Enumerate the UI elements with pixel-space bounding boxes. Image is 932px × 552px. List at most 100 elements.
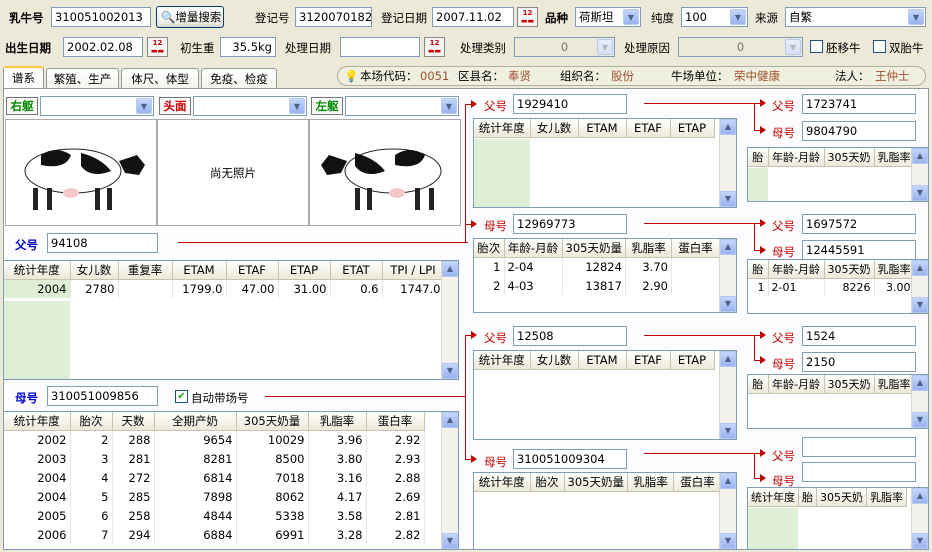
sdd-label: 母号	[772, 245, 795, 259]
birth-weight-label: 初生重	[180, 41, 215, 55]
right-photo-select[interactable]: ▼	[40, 96, 154, 116]
table-row[interactable]: 1 2-01 8226 3.00	[748, 278, 915, 297]
disposal-type-select[interactable]: 0 ▼	[514, 37, 615, 57]
sire-number-field[interactable]: 94108	[47, 233, 158, 253]
scrollbar[interactable]: ▲ ▼	[911, 148, 928, 201]
right-side-photo[interactable]	[5, 119, 157, 226]
sire-sire-label: 父号	[484, 99, 507, 113]
table-row[interactable]: 2005 6 258 4844 5338 3.58 2.81	[4, 506, 425, 525]
head-photo[interactable]: 尚无照片	[157, 119, 309, 226]
ddd-grid[interactable]: 统计年度胎 305天奶 乳脂率 ▲ ▼	[747, 487, 929, 550]
ear-number-field[interactable]: 310051002013	[51, 7, 151, 27]
source-select[interactable]: 自繁 ▼	[785, 7, 926, 27]
breed-select[interactable]: 荷斯坦 ▼	[575, 7, 641, 27]
sire-dam-grid[interactable]: 胎次 年龄-月龄 305天奶量 乳脂率 蛋白率 1 2-04 12824 3.70 2 4-03…	[473, 238, 737, 313]
table-row[interactable]: 2 4-03 13817 2.90	[474, 276, 720, 295]
disposal-reason-select[interactable]: 0 ▼	[678, 37, 803, 57]
table-row[interactable]: 2004 5 285 7898 8062 4.17 2.69	[4, 487, 425, 506]
dam-sire-label: 父号	[484, 331, 507, 345]
search-icon: 🔍	[161, 10, 176, 24]
reg-date-label: 登记日期	[381, 11, 427, 25]
table-row[interactable]: 2003 3 281 8281 8500 3.80 2.93	[4, 449, 425, 468]
disposal-date-field[interactable]	[340, 37, 420, 57]
scrollbar[interactable]: ▲ ▼	[441, 412, 458, 549]
tab-pedigree[interactable]: 谱系	[3, 66, 44, 90]
table-row[interactable]: 2006 7 294 6884 6991 3.28 2.82	[4, 525, 425, 544]
scrollbar[interactable]: ▲ ▼	[911, 375, 928, 428]
district: 奉贤	[508, 69, 531, 83]
sdd-grid[interactable]: 胎年龄-月龄 305天奶 乳脂率 1 2-01 8226 3.00 ▲ ▼	[747, 259, 929, 314]
sss-field[interactable]: 1723741	[802, 94, 916, 114]
twin-checkbox[interactable]	[873, 40, 886, 53]
reg-date-field[interactable]: 2007.11.02	[432, 7, 514, 27]
birth-date-field[interactable]: 2002.02.08	[63, 37, 143, 57]
farm-code: 0051	[420, 69, 450, 83]
scrollbar[interactable]: ▲ ▼	[911, 260, 928, 313]
table-row[interactable]: 2004 2780 1799.0 47.00 31.00 0.6 1747.0	[4, 279, 445, 298]
incremental-search-button[interactable]: 🔍增量搜索	[156, 6, 224, 28]
left-side-photo[interactable]	[309, 119, 461, 226]
scrollbar[interactable]: ▲ ▼	[441, 261, 458, 379]
lightbulb-icon: 💡	[344, 69, 359, 83]
auto-farm-checkbox[interactable]: ✔	[175, 390, 188, 403]
scrollbar[interactable]: ▲ ▼	[719, 239, 736, 312]
scrollbar[interactable]: ▲ ▼	[719, 351, 736, 439]
dam-label: 母号	[15, 391, 38, 405]
chevron-down-icon: ▼	[597, 39, 613, 55]
sire-sire-field[interactable]: 1929410	[513, 94, 627, 114]
calendar-icon[interactable]: 12 ▬▬	[517, 7, 538, 27]
table-row[interactable]: 1 2-04 12824 3.70	[474, 257, 720, 276]
scrollbar[interactable]: ▲ ▼	[719, 119, 736, 207]
sire-sire-grid[interactable]: 统计年度 女儿数 ETAM ETAF ETAP ▲ ▼	[473, 118, 737, 208]
sds-field[interactable]: 1697572	[802, 214, 916, 234]
dsd-label: 母号	[772, 357, 795, 371]
reg-number-label: 登记号	[255, 11, 290, 25]
dam-lactation-grid[interactable]: 统计年度 胎次 天数 全期产奶 305天奶量 乳脂率 蛋白率 2002 2 288 9654 100…	[3, 411, 459, 550]
ssd-field[interactable]: 9804790	[802, 121, 916, 141]
sire-dam-field[interactable]: 12969773	[513, 214, 627, 234]
tab-body-measure[interactable]: 体尺、体型	[121, 68, 199, 90]
disposal-date-label: 处理日期	[285, 41, 331, 55]
head-button[interactable]: 头面	[159, 97, 191, 115]
tab-immunization[interactable]: 免疫、检疫	[201, 68, 277, 90]
chevron-down-icon: ▼	[441, 98, 457, 114]
chevron-down-icon: ▼	[908, 9, 924, 25]
dam-dam-label: 母号	[484, 455, 507, 469]
scrollbar[interactable]: ▲ ▼	[719, 473, 736, 549]
table-row[interactable]: 2002 2 288 9654 10029 3.96 2.92	[4, 430, 425, 449]
birth-weight-field[interactable]: 35.5kg	[220, 37, 276, 57]
dds-label: 父号	[772, 449, 795, 463]
dam-number-field[interactable]: 310051009856	[47, 386, 158, 406]
embryo-transfer-checkbox[interactable]	[810, 40, 823, 53]
ddd-field[interactable]	[802, 462, 916, 482]
left-side-button[interactable]: 左躯	[311, 97, 343, 115]
dam-dam-field[interactable]: 310051009304	[513, 449, 627, 469]
dds-field[interactable]	[802, 437, 916, 457]
tab-reproduction[interactable]: 繁殖、生产	[46, 68, 119, 90]
dsd-grid[interactable]: 胎年龄-月龄 305天奶 乳脂率 ▲ ▼	[747, 374, 929, 429]
right-side-button[interactable]: 右躯	[6, 97, 38, 115]
dam-sire-grid[interactable]: 统计年度 女儿数 ETAM ETAF ETAP ▲ ▼	[473, 350, 737, 440]
dss-field[interactable]: 1524	[802, 326, 916, 346]
ssd-grid[interactable]: 胎年龄-月龄 305天奶 乳脂率 ▲ ▼	[747, 147, 929, 202]
calendar-icon[interactable]: 12 ▬▬	[147, 37, 168, 57]
calendar-icon[interactable]: 12 ▬▬	[424, 37, 445, 57]
chevron-down-icon: ▼	[730, 9, 746, 25]
reg-number-field[interactable]: 3120070182	[295, 7, 372, 27]
purity-select[interactable]: 100 ▼	[681, 7, 748, 27]
dam-dam-grid[interactable]: 统计年度 胎次 305天奶量 乳脂率 蛋白率 ▲ ▼	[473, 472, 737, 550]
dsd-field[interactable]: 2150	[802, 352, 916, 372]
table-row[interactable]: 2004 4 272 6814 7018 3.16 2.88	[4, 468, 425, 487]
dam-sire-field[interactable]: 12508	[513, 326, 627, 346]
ssd-label: 母号	[772, 126, 795, 140]
left-photo-select[interactable]: ▼	[345, 96, 459, 116]
sire-stats-grid[interactable]: 统计年度 女儿数 重复率 ETAM ETAF ETAP ETAT TPI / LPI 2004…	[3, 260, 459, 380]
birth-date-label: 出生日期	[5, 41, 51, 55]
twin-label: 双胎牛	[889, 41, 924, 55]
sds-label: 父号	[772, 219, 795, 233]
purity-label: 纯度	[651, 11, 674, 25]
scrollbar[interactable]: ▲ ▼	[911, 488, 928, 549]
sdd-field[interactable]: 12445591	[802, 240, 916, 260]
cow-icon	[24, 148, 145, 210]
head-photo-select[interactable]: ▼	[193, 96, 307, 116]
